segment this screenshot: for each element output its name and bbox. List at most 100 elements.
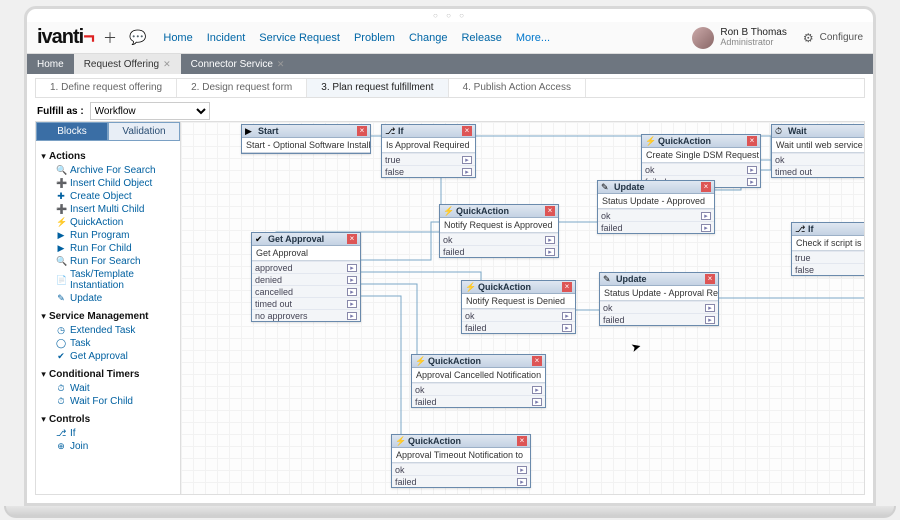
chat-icon[interactable]: 💬 <box>126 29 149 46</box>
block-quickaction[interactable]: ⚡QuickAction× Notify Request is Approved… <box>439 204 559 258</box>
close-icon[interactable]: × <box>545 206 555 216</box>
sidebar-item-control[interactable]: ⊕Join <box>42 440 174 453</box>
port-icon[interactable]: ▸ <box>462 168 472 176</box>
block-if[interactable]: ⎇If× Check if script is true▸ false▸ <box>791 222 865 276</box>
nav-problem[interactable]: Problem <box>354 32 395 44</box>
step-4[interactable]: 4. Publish Action Access <box>449 79 586 97</box>
close-icon[interactable]: × <box>562 282 572 292</box>
step-1[interactable]: 1. Define request offering <box>36 79 177 97</box>
port-icon[interactable]: ▸ <box>532 398 542 406</box>
port-icon[interactable]: ▸ <box>562 324 572 332</box>
sidebar-item-timer[interactable]: ⏱Wait <box>42 382 174 395</box>
sidebar-item-service[interactable]: ◯Task <box>42 337 174 350</box>
quickaction-icon: ⚡ <box>415 356 425 366</box>
port-icon[interactable]: ▸ <box>347 288 357 296</box>
port-icon[interactable]: ▸ <box>347 276 357 284</box>
close-icon[interactable]: × <box>705 274 715 284</box>
sidebar-item-action[interactable]: ▶Run Program <box>42 229 174 242</box>
port-icon[interactable]: ▸ <box>517 478 527 486</box>
port-icon[interactable]: ▸ <box>347 300 357 308</box>
block-wait[interactable]: ⏱Wait× Wait until web service script has… <box>771 124 865 178</box>
sidebar-item-action[interactable]: ⚡QuickAction <box>42 216 174 229</box>
tab-home[interactable]: Home <box>27 54 74 74</box>
block-start[interactable]: ▶Start× Start - Optional Software Instal… <box>241 124 371 154</box>
nav-incident[interactable]: Incident <box>207 32 246 44</box>
port-icon[interactable]: ▸ <box>562 312 572 320</box>
nav-change[interactable]: Change <box>409 32 448 44</box>
close-icon[interactable]: × <box>462 126 472 136</box>
item-label: Archive For Search <box>70 165 156 176</box>
port-icon[interactable]: ▸ <box>545 248 555 256</box>
gear-icon[interactable]: ⚙ <box>803 31 814 45</box>
port-icon[interactable]: ▸ <box>701 224 711 232</box>
block-if[interactable]: ⎇If× Is Approval Required true▸ false▸ <box>381 124 476 178</box>
quickaction-icon: ⚡ <box>443 206 453 216</box>
close-icon[interactable]: × <box>532 356 542 366</box>
port-icon[interactable]: ▸ <box>705 316 715 324</box>
sidebar-item-action[interactable]: 🔍Archive For Search <box>42 164 174 177</box>
sidebar-item-action[interactable]: ✚Create Object <box>42 190 174 203</box>
sidebar-item-action[interactable]: 📄Task/Template Instantiation <box>42 268 174 292</box>
close-icon[interactable]: × <box>701 182 711 192</box>
item-icon: ✎ <box>56 293 66 304</box>
block-quickaction[interactable]: ⚡QuickAction× Notify Request is Denied o… <box>461 280 576 334</box>
workflow-canvas[interactable]: ▶Start× Start - Optional Software Instal… <box>181 121 865 495</box>
block-update[interactable]: ✎Update× Status Update - Approval Rejec … <box>599 272 719 326</box>
close-icon[interactable]: ✕ <box>163 59 171 70</box>
block-update[interactable]: ✎Update× Status Update - Approved ok▸ fa… <box>597 180 715 234</box>
main-nav: Home Incident Service Request Problem Ch… <box>163 32 550 44</box>
port-icon[interactable]: ▸ <box>747 178 757 186</box>
sidebar-item-control[interactable]: ⎇If <box>42 427 174 440</box>
port-icon[interactable]: ▸ <box>705 304 715 312</box>
block-quickaction[interactable]: ⚡QuickAction× Approval Timeout Notificat… <box>391 434 531 488</box>
nav-service-request[interactable]: Service Request <box>259 32 340 44</box>
block-get-approval[interactable]: ✔Get Approval× Get Approval approved▸ de… <box>251 232 361 322</box>
port-icon[interactable]: ▸ <box>347 264 357 272</box>
port-icon[interactable]: ▸ <box>462 156 472 164</box>
port-icon[interactable]: ▸ <box>545 236 555 244</box>
item-label: Update <box>70 293 102 304</box>
fulfill-select[interactable]: Workflow <box>90 102 210 120</box>
port-icon[interactable]: ▸ <box>747 166 757 174</box>
close-icon[interactable]: × <box>517 436 527 446</box>
sidebar-item-action[interactable]: ✎ Update <box>42 292 174 305</box>
nav-home[interactable]: Home <box>163 32 192 44</box>
nav-release[interactable]: Release <box>461 32 501 44</box>
tab-request-offering[interactable]: Request Offering✕ <box>74 54 181 74</box>
sidebar-item-service[interactable]: ◷Extended Task <box>42 324 174 337</box>
group-controls[interactable]: Controls <box>42 414 174 425</box>
close-icon[interactable]: × <box>357 126 367 136</box>
group-actions[interactable]: Actions <box>42 151 174 162</box>
close-icon[interactable]: ✕ <box>277 59 285 70</box>
close-icon[interactable]: × <box>747 136 757 146</box>
sidebar-item-action[interactable]: ➕Insert Child Object <box>42 177 174 190</box>
item-label: Run For Search <box>70 256 141 267</box>
port-icon[interactable]: ▸ <box>532 386 542 394</box>
sidebar-item-action[interactable]: ➕Insert Multi Child <box>42 203 174 216</box>
step-3[interactable]: 3. Plan request fulfillment <box>307 79 448 97</box>
side-tab-blocks[interactable]: Blocks <box>36 122 108 141</box>
sidebar-item-action[interactable]: 🔍Run For Search <box>42 255 174 268</box>
step-2[interactable]: 2. Design request form <box>177 79 307 97</box>
item-label: Task <box>70 338 91 349</box>
nav-more[interactable]: More... <box>516 32 550 44</box>
sidebar-item-action[interactable]: ▶Run For Child <box>42 242 174 255</box>
port-icon[interactable]: ▸ <box>347 312 357 320</box>
sidebar-item-service[interactable]: ✔Get Approval <box>42 350 174 363</box>
sidebar-item-timer[interactable]: ⏱Wait For Child <box>42 395 174 408</box>
group-timers[interactable]: Conditional Timers <box>42 369 174 380</box>
port-icon[interactable]: ▸ <box>701 212 711 220</box>
side-tab-validation[interactable]: Validation <box>108 122 180 141</box>
user-box[interactable]: Ron B Thomas Administrator ⚙ Configure <box>692 27 863 49</box>
close-icon[interactable]: × <box>347 234 357 244</box>
tab-connector-service[interactable]: Connector Service✕ <box>181 54 295 74</box>
fulfill-label: Fulfill as : <box>37 106 84 117</box>
configure-link[interactable]: Configure <box>820 32 863 43</box>
item-icon: ⏱ <box>56 383 66 394</box>
group-service-mgmt[interactable]: Service Management <box>42 311 174 322</box>
add-icon[interactable]: ＋ <box>100 28 120 48</box>
sidebar: Blocks Validation Actions 🔍Archive For S… <box>35 121 181 495</box>
port-icon[interactable]: ▸ <box>517 466 527 474</box>
block-quickaction[interactable]: ⚡QuickAction× Approval Cancelled Notific… <box>411 354 546 408</box>
avatar <box>692 27 714 49</box>
